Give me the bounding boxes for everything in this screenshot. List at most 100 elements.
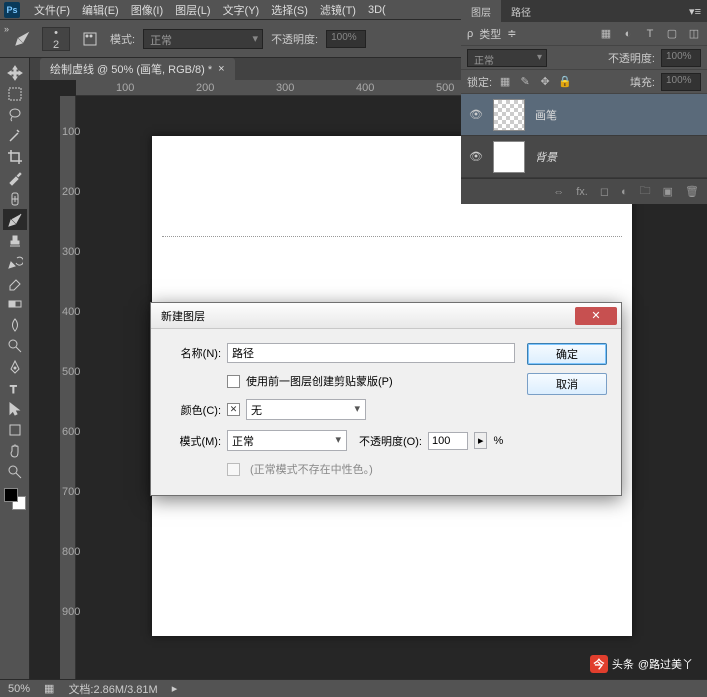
layers-panel: 图层 路径 ▾≡ ρ 类型 ≑ ▦ ◐ T ▢ ◫ 正常 不透明度: 100% …: [461, 0, 707, 204]
hand-tool[interactable]: [3, 440, 27, 461]
brush-tool[interactable]: [3, 209, 27, 230]
gradient-tool[interactable]: [3, 293, 27, 314]
dlg-opacity-label: 不透明度(O):: [359, 433, 422, 449]
watermark: 今 头条 @路过美丫: [590, 655, 693, 673]
layer-thumb: [493, 99, 525, 131]
brush-panel-icon[interactable]: [78, 28, 102, 49]
path-select-tool[interactable]: [3, 398, 27, 419]
blur-tool[interactable]: [3, 314, 27, 335]
new-layer-icon[interactable]: ▣: [663, 185, 673, 198]
color-swatch-none: ✕: [227, 403, 240, 416]
zoom-tool[interactable]: [3, 461, 27, 482]
eraser-tool[interactable]: [3, 272, 27, 293]
fx-icon[interactable]: fx.: [576, 186, 588, 198]
wand-tool[interactable]: [3, 125, 27, 146]
layer-item[interactable]: 👁 背景: [461, 136, 707, 178]
opacity-label: 不透明度:: [271, 31, 318, 47]
move-tool[interactable]: [3, 62, 27, 83]
menu-filter[interactable]: 滤镜(T): [314, 0, 362, 20]
dodge-tool[interactable]: [3, 335, 27, 356]
menu-image[interactable]: 图像(I): [125, 0, 169, 20]
dialog-close-button[interactable]: ✕: [575, 307, 617, 325]
ruler-vertical: 100200300400500600700800900: [60, 96, 76, 679]
visibility-icon[interactable]: 👁: [469, 108, 483, 121]
expand-tools-icon[interactable]: »: [4, 24, 9, 34]
healing-tool[interactable]: [3, 188, 27, 209]
name-input[interactable]: [227, 343, 515, 363]
color-swatches[interactable]: [4, 488, 26, 510]
shape-tool[interactable]: [3, 419, 27, 440]
doc-size: 文档:2.86M/3.81M: [68, 681, 157, 697]
filter-dropdown-icon[interactable]: ≑: [507, 27, 516, 40]
layer-name[interactable]: 背景: [535, 149, 557, 165]
fill-input[interactable]: 100%: [661, 73, 701, 91]
document-tab[interactable]: 绘制虚线 @ 50% (画笔, RGB/8) * ×: [40, 58, 235, 80]
menu-type[interactable]: 文字(Y): [217, 0, 266, 20]
toolbox: T: [0, 58, 30, 679]
stamp-tool[interactable]: [3, 230, 27, 251]
ok-button[interactable]: 确定: [527, 343, 607, 365]
cancel-button[interactable]: 取消: [527, 373, 607, 395]
adjustment-icon[interactable]: ◐: [621, 186, 628, 198]
pen-tool[interactable]: [3, 356, 27, 377]
zoom-value[interactable]: 50%: [8, 683, 30, 695]
folder-icon[interactable]: 🗀: [640, 182, 651, 201]
layer-thumb: [493, 141, 525, 173]
tab-paths[interactable]: 路径: [501, 0, 541, 23]
marquee-tool[interactable]: [3, 83, 27, 104]
menu-select[interactable]: 选择(S): [265, 0, 314, 20]
mode-select[interactable]: 正常: [227, 430, 347, 451]
color-label: 颜色(C):: [165, 402, 221, 418]
visibility-icon[interactable]: 👁: [469, 150, 483, 163]
mask-icon[interactable]: ◻: [600, 185, 609, 198]
lasso-tool[interactable]: [3, 104, 27, 125]
crop-tool[interactable]: [3, 146, 27, 167]
tab-layers[interactable]: 图层: [461, 0, 501, 23]
filter-kind-icon[interactable]: ρ: [467, 28, 473, 40]
lock-move-icon[interactable]: ✥: [538, 75, 552, 89]
new-layer-dialog: 新建图层 ✕ 名称(N): 使用前一图层创建剪贴蒙版(P) 颜色(C): ✕ 无…: [150, 302, 622, 496]
menu-edit[interactable]: 编辑(E): [76, 0, 125, 20]
doc-tab-label: 绘制虚线 @ 50% (画笔, RGB/8) *: [50, 61, 212, 77]
name-label: 名称(N):: [165, 345, 221, 361]
trash-icon[interactable]: 🗑: [685, 185, 699, 198]
menu-3d[interactable]: 3D(: [362, 2, 392, 18]
neutral-label: (正常模式不存在中性色。): [250, 461, 373, 477]
layer-blend-select[interactable]: 正常: [467, 49, 547, 67]
blend-mode-select[interactable]: 正常: [143, 29, 263, 49]
lock-trans-icon[interactable]: ▦: [498, 75, 512, 89]
layer-opacity-input[interactable]: 100%: [661, 49, 701, 67]
type-tool[interactable]: T: [3, 377, 27, 398]
filter-type-icon[interactable]: T: [643, 27, 657, 41]
history-brush-tool[interactable]: [3, 251, 27, 272]
doc-tab-close-icon[interactable]: ×: [218, 63, 224, 75]
filter-adjust-icon[interactable]: ◐: [621, 27, 635, 41]
lock-paint-icon[interactable]: ✎: [518, 75, 532, 89]
panel-menu-icon[interactable]: ▾≡: [683, 5, 707, 18]
watermark-brand: 头条: [612, 656, 634, 672]
current-tool-icon[interactable]: [10, 28, 34, 49]
lock-all-icon[interactable]: 🔒: [558, 75, 572, 89]
layer-item[interactable]: 👁 画笔: [461, 94, 707, 136]
brush-preset[interactable]: •2: [42, 27, 70, 51]
watermark-user: @路过美丫: [638, 656, 693, 672]
fill-label: 填充:: [630, 74, 655, 90]
filter-pixel-icon[interactable]: ▦: [599, 27, 613, 41]
status-arrow-icon[interactable]: ▸: [172, 682, 178, 695]
menu-layer[interactable]: 图层(L): [169, 0, 216, 20]
clip-checkbox[interactable]: [227, 375, 240, 388]
layer-name[interactable]: 画笔: [535, 107, 557, 123]
menu-file[interactable]: 文件(F): [28, 0, 76, 20]
color-select[interactable]: 无: [246, 399, 366, 420]
layer-opacity-label: 不透明度:: [608, 50, 655, 66]
dlg-opacity-input[interactable]: [428, 432, 468, 450]
filter-smart-icon[interactable]: ◫: [687, 27, 701, 41]
opacity-input[interactable]: 100%: [326, 30, 366, 48]
eyedropper-tool[interactable]: [3, 167, 27, 188]
watermark-badge-icon: 今: [590, 655, 608, 673]
dialog-title: 新建图层: [161, 308, 205, 324]
opacity-stepper-icon[interactable]: ▸: [474, 432, 488, 449]
filter-shape-icon[interactable]: ▢: [665, 27, 679, 41]
link-icon[interactable]: ⇔: [553, 186, 564, 198]
mode-label: 模式:: [110, 31, 135, 47]
